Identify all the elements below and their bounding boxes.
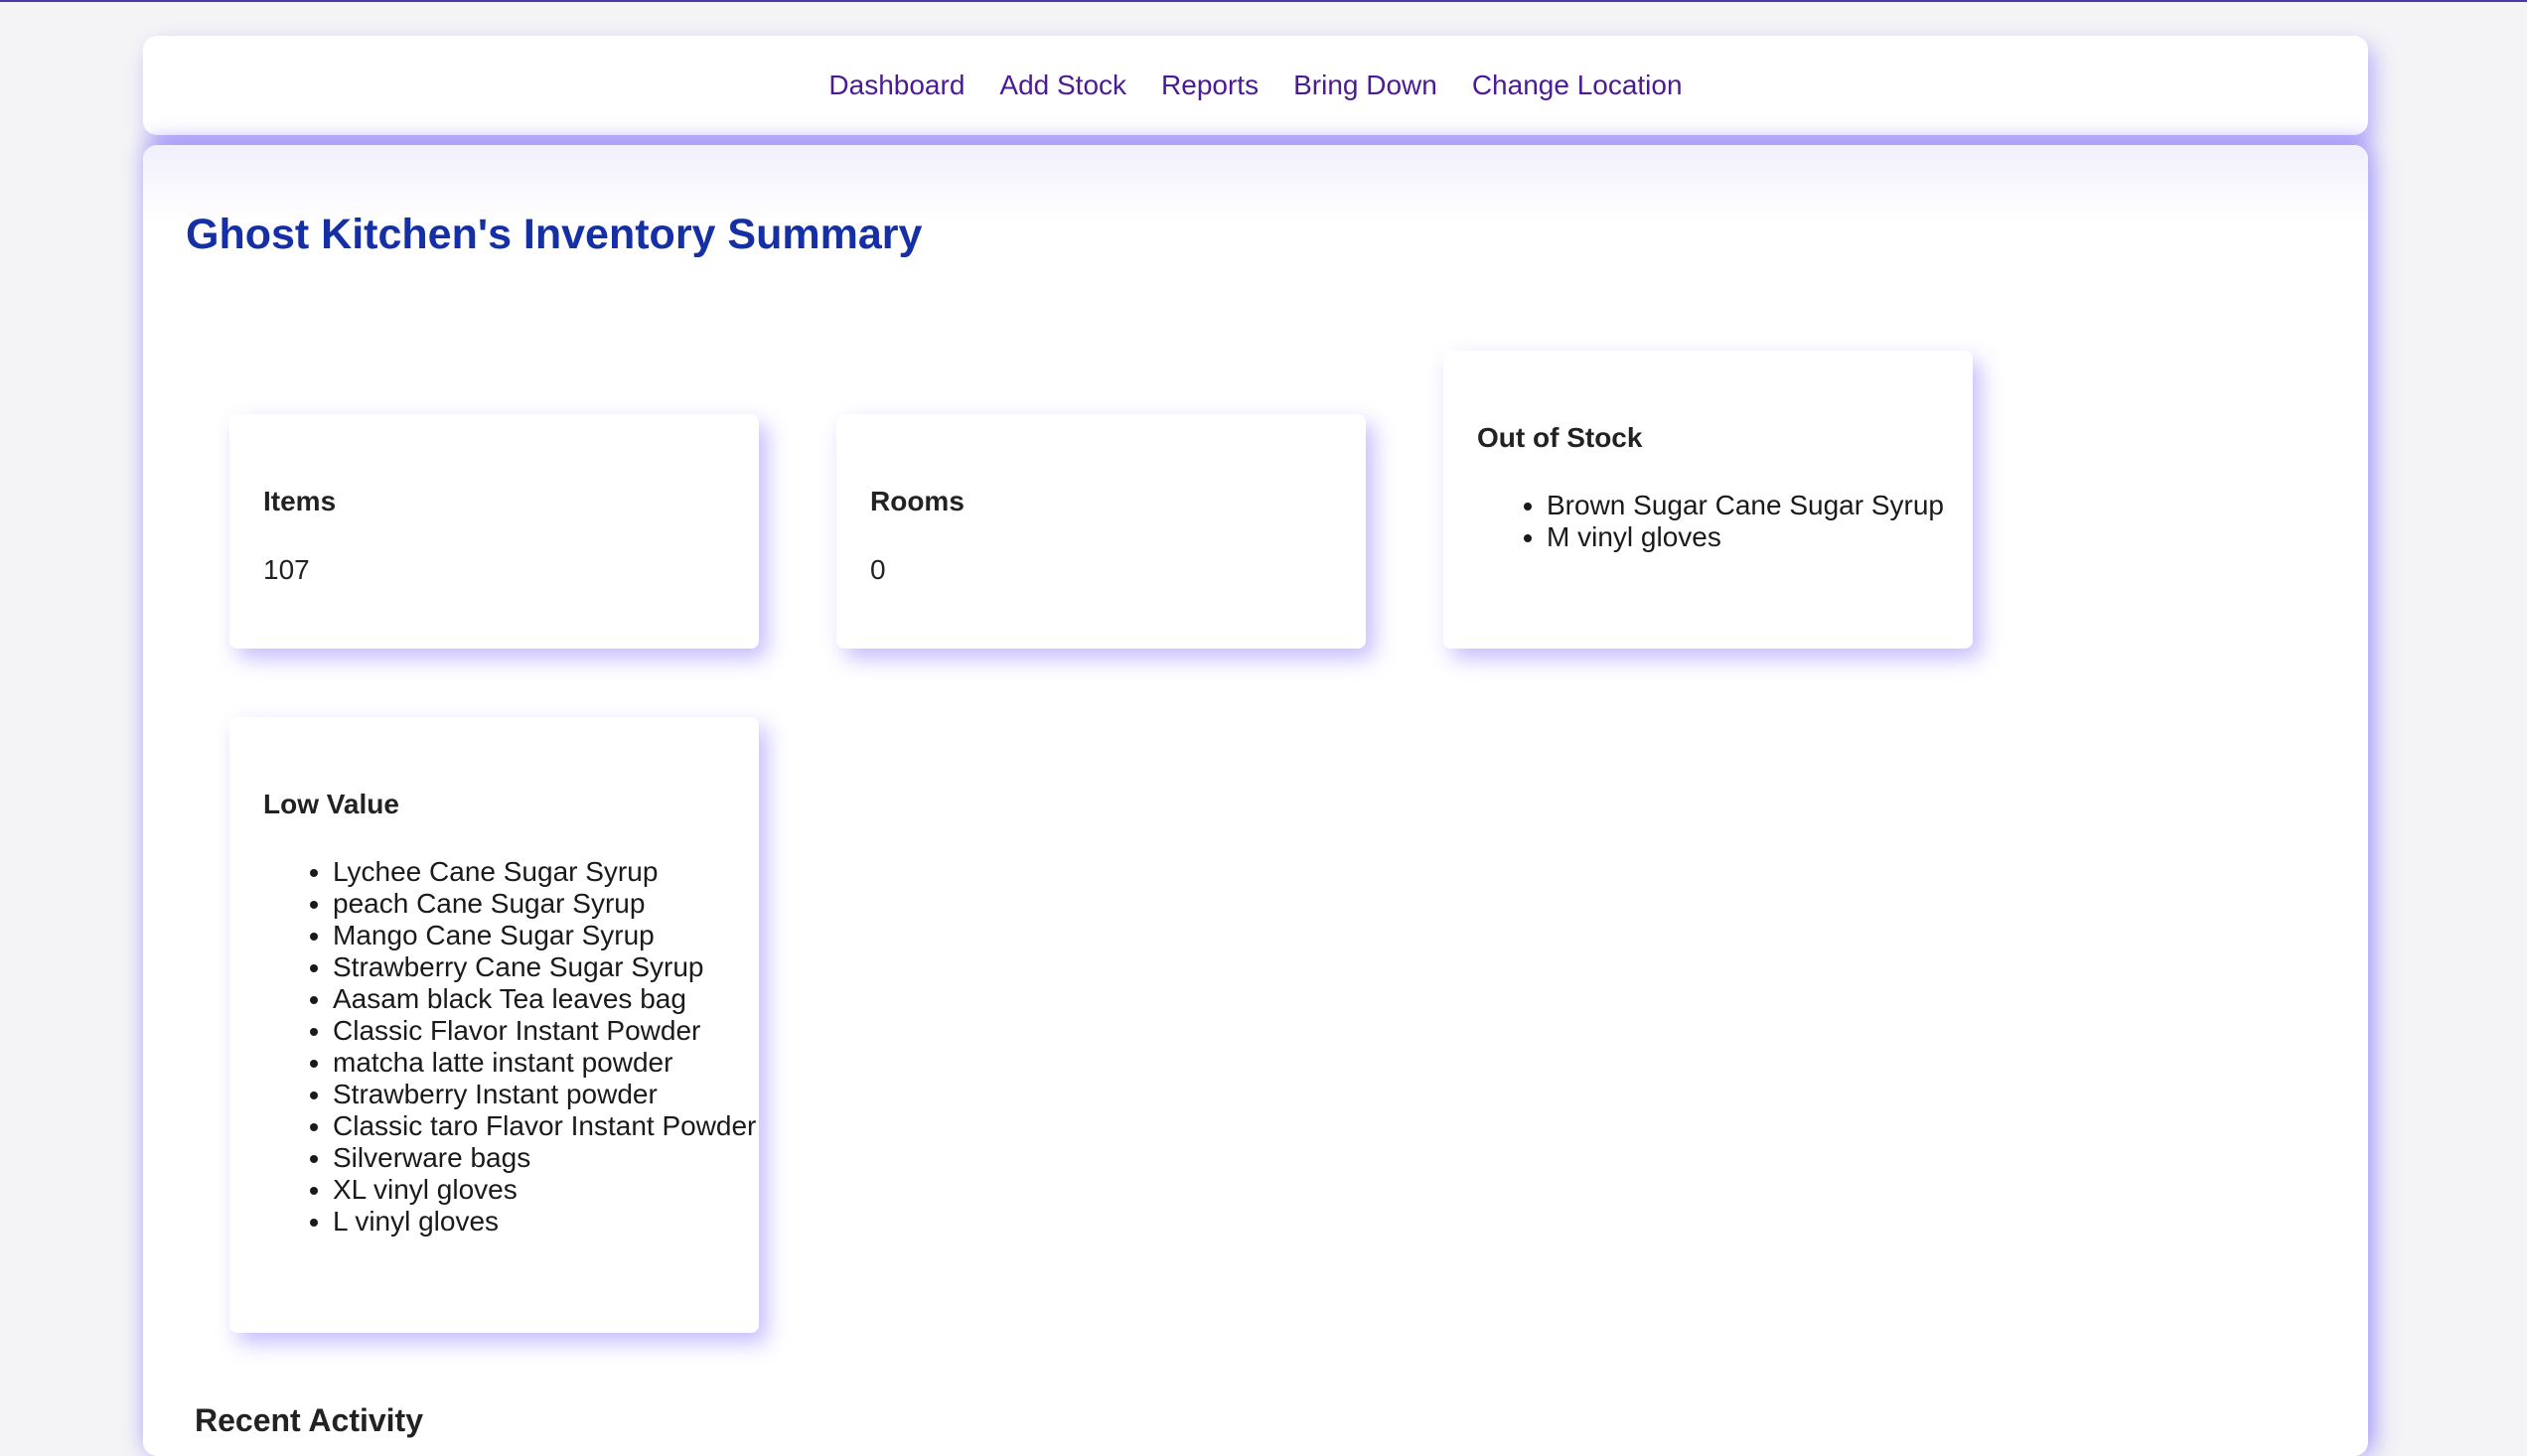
list-item: Classic taro Flavor Instant Powder <box>333 1110 770 1142</box>
list-item: XL vinyl gloves <box>333 1174 770 1206</box>
out-of-stock-card: Out of Stock Brown Sugar Cane Sugar Syru… <box>1443 351 1973 649</box>
list-item: peach Cane Sugar Syrup <box>333 888 770 920</box>
list-item: M vinyl gloves <box>1547 521 1964 553</box>
list-item: Aasam black Tea leaves bag <box>333 983 770 1015</box>
list-item: L vinyl gloves <box>333 1206 770 1238</box>
main-panel: Ghost Kitchen's Inventory Summary Items … <box>143 145 2368 1456</box>
items-card-title: Items <box>263 486 337 516</box>
page-title: Ghost Kitchen's Inventory Summary <box>186 211 923 258</box>
list-item: Strawberry Instant powder <box>333 1079 770 1110</box>
rooms-card-title: Rooms <box>870 486 965 516</box>
low-value-list: Lychee Cane Sugar Syrup peach Cane Sugar… <box>263 856 770 1238</box>
list-item: Brown Sugar Cane Sugar Syrup <box>1547 490 1964 521</box>
rooms-card: Rooms 0 <box>836 414 1366 649</box>
top-navbar: Dashboard Add Stock Reports Bring Down C… <box>143 36 2368 135</box>
out-of-stock-list: Brown Sugar Cane Sugar Syrup M vinyl glo… <box>1477 490 1964 553</box>
out-of-stock-card-title: Out of Stock <box>1477 422 1643 453</box>
items-card: Items 107 <box>229 414 759 649</box>
list-item: Lychee Cane Sugar Syrup <box>333 856 770 888</box>
recent-activity-title: Recent Activity <box>195 1402 423 1438</box>
top-border <box>0 0 2527 2</box>
nav-link-change-location[interactable]: Change Location <box>1472 70 1683 101</box>
low-value-card: Low Value Lychee Cane Sugar Syrup peach … <box>229 717 759 1333</box>
list-item: matcha latte instant powder <box>333 1047 770 1079</box>
list-item: Classic Flavor Instant Powder <box>333 1015 770 1047</box>
nav-link-add-stock[interactable]: Add Stock <box>999 70 1126 101</box>
nav-link-dashboard[interactable]: Dashboard <box>828 70 965 101</box>
list-item: Mango Cane Sugar Syrup <box>333 920 770 951</box>
items-count: 107 <box>263 554 310 585</box>
nav-link-bring-down[interactable]: Bring Down <box>1293 70 1437 101</box>
list-item: Strawberry Cane Sugar Syrup <box>333 951 770 983</box>
rooms-count: 0 <box>870 554 886 585</box>
list-item: Silverware bags <box>333 1142 770 1174</box>
nav-link-reports[interactable]: Reports <box>1161 70 1259 101</box>
low-value-card-title: Low Value <box>263 789 399 819</box>
